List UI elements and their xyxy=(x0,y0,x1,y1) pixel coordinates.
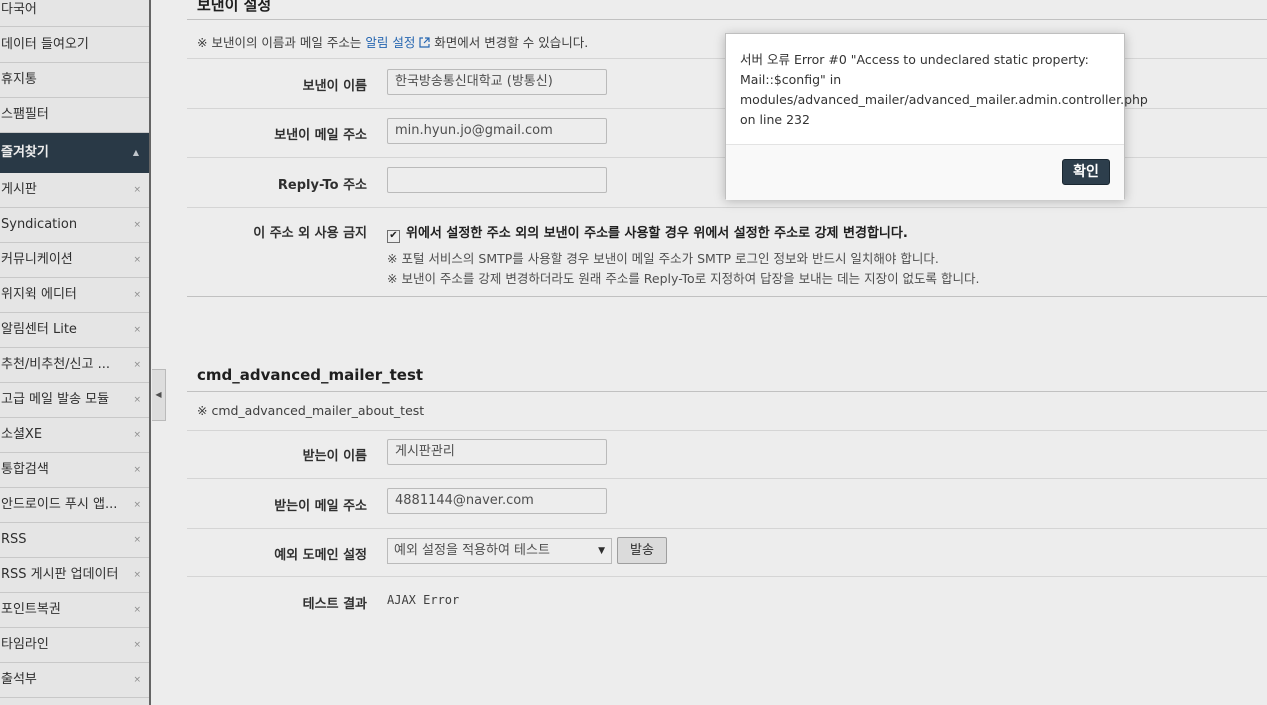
error-dialog: 서버 오류 Error #0 "Access to undeclared sta… xyxy=(725,33,1148,200)
error-message: 서버 오류 Error #0 "Access to undeclared sta… xyxy=(740,52,1148,127)
dialog-footer: 확인 xyxy=(726,144,1124,200)
confirm-button[interactable]: 확인 xyxy=(1062,159,1110,185)
